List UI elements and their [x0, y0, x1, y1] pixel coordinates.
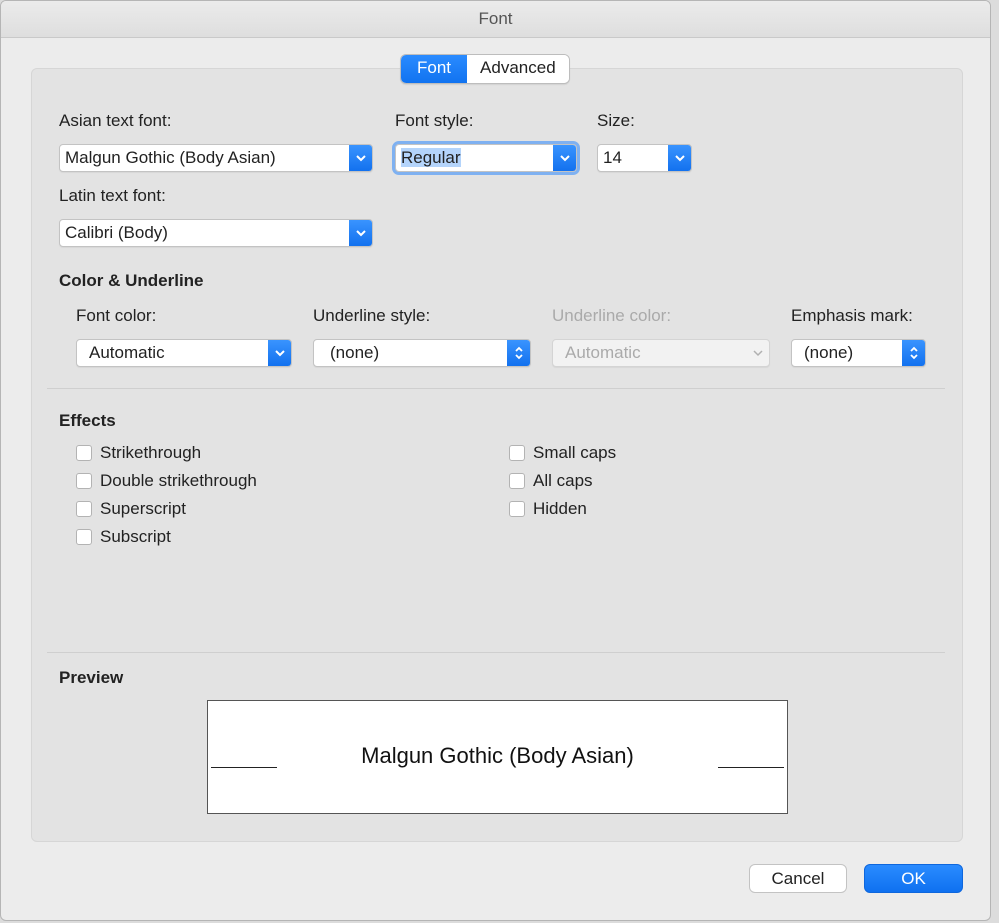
underline-style-select[interactable]: (none)	[313, 339, 531, 367]
chevron-down-icon[interactable]	[668, 145, 691, 171]
tab-advanced[interactable]: Advanced	[467, 55, 569, 83]
up-down-chevron-icon[interactable]	[507, 340, 530, 366]
font-style-select[interactable]: Regular	[392, 141, 580, 175]
tab-bar: Font Advanced	[400, 54, 570, 84]
size-value: 14	[603, 148, 622, 167]
asian-font-select[interactable]: Malgun Gothic (Body Asian)	[59, 144, 373, 172]
strikethrough-checkbox[interactable]: Strikethrough	[76, 443, 201, 463]
checkbox-label: Superscript	[100, 499, 186, 518]
up-down-chevron-icon[interactable]	[902, 340, 925, 366]
checkbox-box[interactable]	[76, 501, 92, 517]
checkbox-label: All caps	[533, 471, 593, 490]
font-dialog: Font Font Advanced Asian text font: Font…	[0, 0, 991, 921]
checkbox-label: Small caps	[533, 443, 617, 462]
color-underline-heading: Color & Underline	[59, 271, 204, 290]
preview-box: Malgun Gothic (Body Asian)	[207, 700, 788, 814]
underline-style-label: Underline style:	[313, 306, 431, 325]
all-caps-checkbox[interactable]: All caps	[509, 471, 593, 491]
checkbox-box[interactable]	[509, 501, 525, 517]
chevron-down-icon[interactable]	[553, 145, 576, 171]
checkbox-label: Subscript	[100, 527, 171, 546]
ok-button[interactable]: OK	[864, 864, 963, 893]
emphasis-mark-value: (none)	[804, 343, 854, 362]
underline-style-value: (none)	[330, 343, 380, 362]
section-divider	[47, 388, 945, 389]
font-color-label: Font color:	[76, 306, 157, 325]
checkbox-box[interactable]	[509, 445, 525, 461]
small-caps-checkbox[interactable]: Small caps	[509, 443, 616, 463]
window-title: Font	[1, 1, 990, 38]
chevron-down-icon	[751, 340, 765, 366]
checkbox-label: Strikethrough	[100, 443, 202, 462]
font-color-select[interactable]: Automatic	[76, 339, 292, 367]
font-style-label: Font style:	[395, 111, 474, 130]
chevron-down-icon[interactable]	[349, 220, 372, 246]
tab-font[interactable]: Font	[401, 55, 468, 83]
underline-color-select: Automatic	[552, 339, 770, 367]
cancel-button[interactable]: Cancel	[749, 864, 847, 893]
chevron-down-icon[interactable]	[268, 340, 291, 366]
chevron-down-icon[interactable]	[349, 145, 372, 171]
size-select[interactable]: 14	[597, 144, 692, 172]
checkbox-box[interactable]	[76, 529, 92, 545]
emphasis-mark-select[interactable]: (none)	[791, 339, 926, 367]
double-strikethrough-checkbox[interactable]: Double strikethrough	[76, 471, 257, 491]
latin-font-label: Latin text font:	[59, 186, 166, 205]
latin-font-value: Calibri (Body)	[65, 223, 168, 242]
hidden-checkbox[interactable]: Hidden	[509, 499, 587, 519]
subscript-checkbox[interactable]: Subscript	[76, 527, 171, 547]
effects-heading: Effects	[59, 411, 116, 430]
size-label: Size:	[597, 111, 635, 130]
asian-font-label: Asian text font:	[59, 111, 172, 130]
superscript-checkbox[interactable]: Superscript	[76, 499, 186, 519]
latin-font-select[interactable]: Calibri (Body)	[59, 219, 373, 247]
preview-heading: Preview	[59, 668, 124, 687]
font-color-value: Automatic	[89, 343, 165, 362]
section-divider	[47, 652, 945, 653]
font-style-value: Regular	[401, 148, 461, 167]
preview-text: Malgun Gothic (Body Asian)	[361, 743, 634, 768]
checkbox-box[interactable]	[509, 473, 525, 489]
emphasis-mark-label: Emphasis mark:	[791, 306, 913, 325]
underline-color-value: Automatic	[565, 343, 641, 362]
preview-baseline-right	[718, 767, 784, 768]
asian-font-value: Malgun Gothic (Body Asian)	[65, 148, 276, 167]
checkbox-box[interactable]	[76, 473, 92, 489]
checkbox-label: Double strikethrough	[100, 471, 257, 490]
underline-color-label: Underline color:	[552, 306, 672, 325]
checkbox-box[interactable]	[76, 445, 92, 461]
checkbox-label: Hidden	[533, 499, 587, 518]
